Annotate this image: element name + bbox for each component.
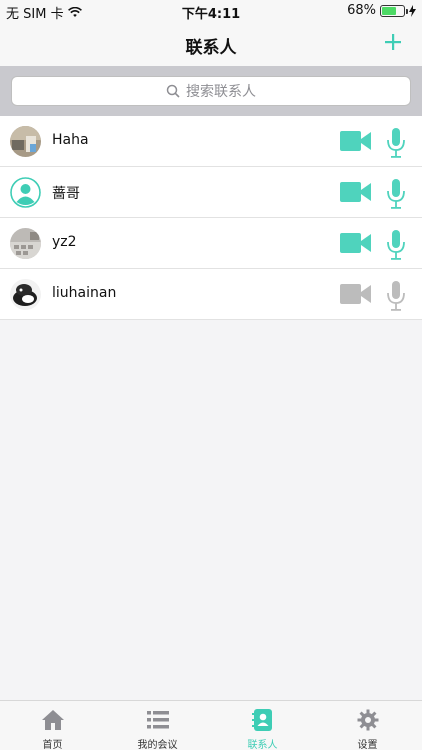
- video-call-button[interactable]: [340, 129, 372, 153]
- photo-avatar-icon: [10, 126, 41, 157]
- list-item[interactable]: Haha: [0, 116, 422, 167]
- search-placeholder: 搜索联系人: [186, 84, 256, 100]
- photo-avatar-icon: [10, 228, 41, 259]
- avatar: [10, 279, 41, 310]
- tab-label: 我的会议: [137, 740, 178, 750]
- tab-my-meetings[interactable]: 我的会议: [105, 701, 210, 750]
- navigation-bar: 联系人: [0, 22, 422, 66]
- home-icon: [41, 710, 64, 730]
- contact-name: 蔷哥: [52, 186, 80, 202]
- tab-home[interactable]: 首页: [0, 701, 105, 750]
- contact-name: liuhainan: [52, 285, 117, 301]
- tab-label: 设置: [357, 740, 378, 750]
- list-item[interactable]: yz2: [0, 218, 422, 269]
- avatar: [10, 228, 41, 259]
- gear-icon: [357, 709, 378, 731]
- video-call-button[interactable]: [340, 180, 372, 204]
- voice-call-button[interactable]: [386, 128, 406, 158]
- battery-icon: [380, 4, 408, 17]
- battery-level: [382, 6, 397, 15]
- charging-icon: [409, 4, 416, 17]
- default-user-icon: [10, 177, 41, 208]
- video-call-button-disabled[interactable]: [340, 282, 372, 306]
- status-bar: 无 SIM 卡 下午4:11 68%: [0, 0, 422, 22]
- contact-name: Haha: [52, 132, 89, 148]
- add-contact-button[interactable]: [382, 31, 404, 53]
- search-input[interactable]: 搜索联系人: [11, 76, 411, 106]
- video-call-button[interactable]: [340, 231, 372, 255]
- voice-call-button[interactable]: [386, 230, 406, 260]
- voice-call-button[interactable]: [386, 179, 406, 209]
- voice-call-button-disabled[interactable]: [386, 281, 406, 311]
- tab-label: 首页: [42, 740, 63, 750]
- contact-list: Haha 蔷哥 yz2 liuhainan: [0, 116, 422, 320]
- status-right: 68%: [347, 3, 416, 18]
- contact-name: yz2: [52, 234, 77, 250]
- page-title: 联系人: [185, 38, 237, 58]
- avatar: [10, 126, 41, 157]
- avatar: [10, 177, 41, 208]
- tab-settings[interactable]: 设置: [315, 701, 420, 750]
- photo-avatar-icon: [10, 279, 41, 310]
- list-icon: [146, 711, 169, 729]
- battery-percent: 68%: [347, 3, 376, 18]
- list-item[interactable]: liuhainan: [0, 269, 422, 320]
- tab-contacts[interactable]: 联系人: [210, 701, 315, 750]
- tab-label: 联系人: [247, 740, 278, 750]
- list-item[interactable]: 蔷哥: [0, 167, 422, 218]
- tab-bar: 首页 我的会议 联系人 设置: [0, 700, 422, 750]
- search-bar: 搜索联系人: [0, 66, 422, 116]
- search-icon: [166, 84, 180, 98]
- contacts-icon: [251, 709, 272, 731]
